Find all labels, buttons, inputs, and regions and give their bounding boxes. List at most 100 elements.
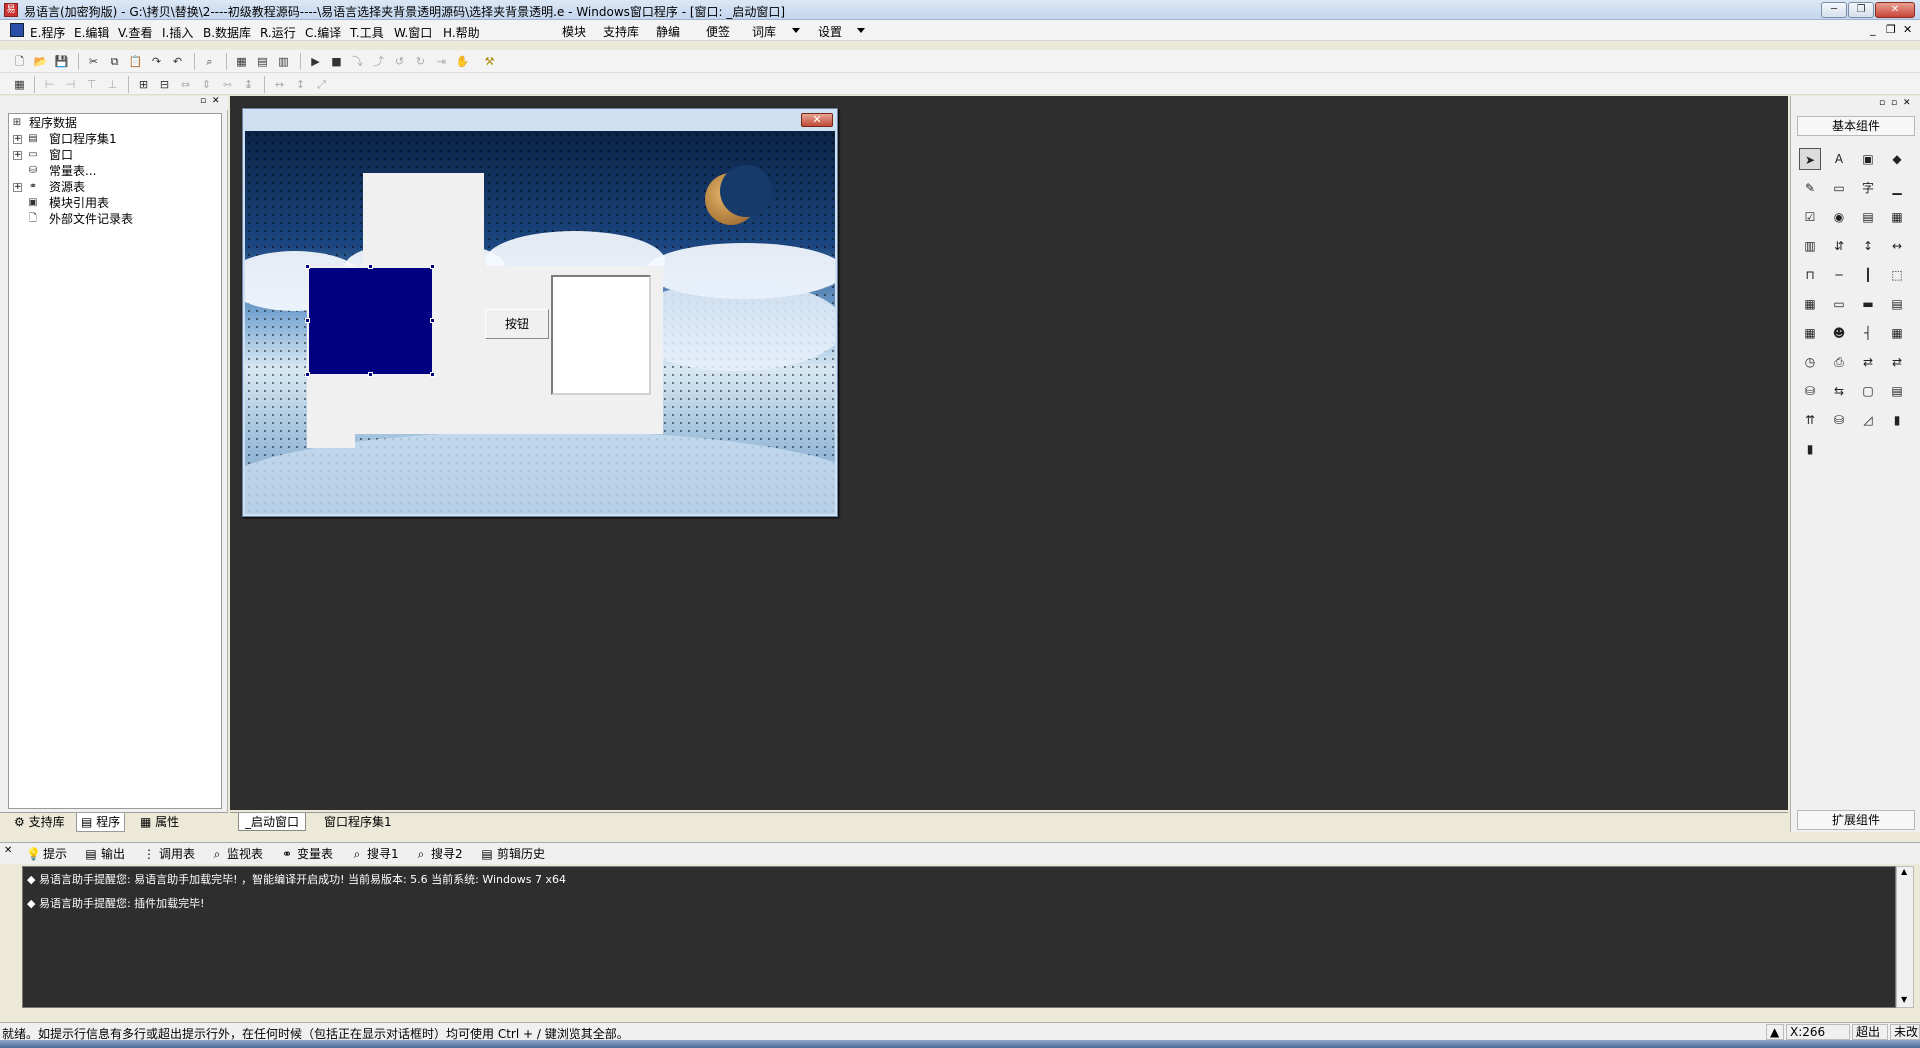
- minimize-button[interactable]: ─: [1821, 2, 1847, 18]
- paste-icon[interactable]: 📋: [128, 54, 143, 69]
- settings-dropdown-icon[interactable]: [857, 28, 865, 33]
- expand-icon[interactable]: +: [13, 183, 22, 192]
- tree-item-resources[interactable]: 资源表: [49, 180, 85, 194]
- menu-insert[interactable]: I.插入: [162, 24, 193, 41]
- tab-control-tab[interactable]: [307, 434, 355, 448]
- save-icon[interactable]: 💾: [54, 54, 69, 69]
- form-client-area[interactable]: 按钮: [245, 131, 835, 514]
- menu-database[interactable]: B.数据库: [203, 24, 251, 41]
- arrow-pointer-icon[interactable]: ➤: [1799, 148, 1821, 170]
- label-icon[interactable]: A: [1828, 148, 1850, 170]
- status-up-icon[interactable]: ▲: [1766, 1024, 1784, 1040]
- project-tree[interactable]: ⊞ 程序数据 + ▤ 窗口程序集1 + ▭ 窗口 ⛁ 常量表... + ⚭ 资源…: [8, 113, 222, 809]
- mdi-close-button[interactable]: ✕: [1903, 23, 1912, 36]
- resize-handle[interactable]: [368, 372, 373, 377]
- tab-program[interactable]: ▤ 程序: [76, 813, 126, 832]
- form-designer-window[interactable]: ✕ 按钮: [242, 108, 838, 517]
- menu-view[interactable]: V.查看: [118, 24, 152, 41]
- db-icon[interactable]: ⛁: [1799, 380, 1821, 402]
- pin-icon[interactable]: ▫: [1879, 98, 1885, 108]
- tab-clip-history[interactable]: ▤ 剪辑历史: [480, 846, 545, 862]
- chart-icon[interactable]: ◿: [1857, 409, 1879, 431]
- tab-window-program-set[interactable]: 窗口程序集1: [318, 813, 398, 831]
- button-control[interactable]: 按钮: [485, 309, 549, 339]
- tab-call-stack[interactable]: ⋮ 调用表: [142, 846, 195, 862]
- tab-search1[interactable]: ⌕ 搜寻1: [350, 846, 399, 862]
- panel-close-icon[interactable]: ✕: [212, 96, 220, 106]
- cut-icon[interactable]: ✂: [86, 54, 101, 69]
- stop-icon[interactable]: ■: [329, 54, 344, 69]
- slider-icon[interactable]: ─: [1828, 264, 1850, 286]
- grid-icon[interactable]: ▥: [1799, 235, 1821, 257]
- data-source-icon[interactable]: ⇈: [1799, 409, 1821, 431]
- tab-search2[interactable]: ⌕ 搜寻2: [414, 846, 463, 862]
- tree-item-external-files[interactable]: 外部文件记录表: [49, 212, 133, 226]
- tree-item-constants[interactable]: 常量表...: [49, 164, 96, 178]
- layout3-icon[interactable]: ▥: [276, 54, 291, 69]
- lexicon-dropdown-icon[interactable]: [792, 28, 800, 33]
- mdi-minimize-button[interactable]: _: [1870, 23, 1876, 36]
- resize-handle[interactable]: [430, 372, 435, 377]
- pin-icon[interactable]: ▫: [200, 96, 206, 106]
- open-file-icon[interactable]: 📂: [33, 54, 48, 69]
- calendar-icon[interactable]: ▦: [1799, 293, 1821, 315]
- tab-variables[interactable]: ⚭ 变量表: [280, 846, 333, 862]
- tab-icon[interactable]: ⊓: [1799, 264, 1821, 286]
- odbc-icon[interactable]: ▮: [1886, 409, 1908, 431]
- line-icon[interactable]: ▁: [1886, 177, 1908, 199]
- hand-icon[interactable]: ✋: [455, 54, 470, 69]
- align-left-icon[interactable]: ⊢: [42, 77, 57, 92]
- tab-output[interactable]: ▤ 输出: [84, 846, 125, 862]
- menu-settings[interactable]: 设置: [818, 23, 842, 40]
- resize-handle[interactable]: [368, 264, 373, 269]
- tree-item-window[interactable]: 窗口: [49, 148, 73, 162]
- tree-item-program-set[interactable]: 窗口程序集1: [49, 132, 117, 146]
- layout2-icon[interactable]: ▤: [255, 54, 270, 69]
- selected-label-control[interactable]: [309, 268, 432, 374]
- pipe-icon[interactable]: ⇆: [1828, 380, 1850, 402]
- toolbar-icon[interactable]: ▦: [1886, 322, 1908, 344]
- spinner-icon[interactable]: ⇵: [1828, 235, 1850, 257]
- grid-align-icon[interactable]: ▦: [12, 77, 27, 92]
- space-h-icon[interactable]: ⇿: [220, 77, 235, 92]
- user-icon[interactable]: ☻: [1828, 322, 1850, 344]
- extended-components-footer[interactable]: 扩展组件: [1797, 810, 1915, 830]
- menu-run[interactable]: R.运行: [260, 24, 296, 41]
- radio-icon[interactable]: ◉: [1828, 206, 1850, 228]
- undo-icon[interactable]: ↶: [170, 54, 185, 69]
- resize-handle[interactable]: [430, 264, 435, 269]
- output-panel[interactable]: ◆ 易语言助手提醒您: 易语言助手加载完毕! ，智能编译开启成功! 当前易版本:…: [22, 866, 1896, 1008]
- data-provider-icon[interactable]: ⛁: [1828, 409, 1850, 431]
- picture-box-control[interactable]: [363, 173, 484, 273]
- center-h-icon[interactable]: ⊞: [136, 77, 151, 92]
- run-icon[interactable]: ▶: [308, 54, 323, 69]
- menu-support-lib[interactable]: 支持库: [603, 23, 639, 40]
- menu-edit[interactable]: E.编辑: [74, 24, 109, 41]
- size-both-icon[interactable]: ⤢: [314, 77, 329, 92]
- close-button[interactable]: ✕: [1875, 2, 1915, 18]
- resize-handle[interactable]: [305, 318, 310, 323]
- list-box-control[interactable]: [551, 275, 651, 395]
- find-icon[interactable]: ⌕: [202, 54, 217, 69]
- page-icon[interactable]: ▤: [1886, 293, 1908, 315]
- menu-help[interactable]: H.帮助: [443, 24, 480, 41]
- resize-handle[interactable]: [430, 318, 435, 323]
- output-scrollbar[interactable]: ▲ ▼: [1896, 866, 1914, 1008]
- tab-properties[interactable]: ▦ 属性: [136, 813, 183, 832]
- center-v-icon[interactable]: ⊟: [157, 77, 172, 92]
- tab-hint[interactable]: 💡 提示: [26, 846, 67, 862]
- layout1-icon[interactable]: ▦: [234, 54, 249, 69]
- timer-icon[interactable]: ◷: [1799, 351, 1821, 373]
- folder-icon[interactable]: ▬: [1857, 293, 1879, 315]
- vertical-scroll-icon[interactable]: ↕: [1857, 235, 1879, 257]
- vertical-slider-icon[interactable]: ┃: [1857, 264, 1879, 286]
- scroll-up-icon[interactable]: ▲: [1901, 867, 1907, 876]
- split-icon[interactable]: ┤: [1857, 322, 1879, 344]
- align-right-icon[interactable]: ⊣: [63, 77, 78, 92]
- redo-icon[interactable]: ↷: [149, 54, 164, 69]
- expand-icon[interactable]: +: [13, 151, 22, 160]
- edit-box-icon[interactable]: ✎: [1799, 177, 1821, 199]
- size-v-icon[interactable]: ↕: [293, 77, 308, 92]
- shape-icon[interactable]: ◆: [1886, 148, 1908, 170]
- horizontal-scroll-icon[interactable]: ↔: [1886, 235, 1908, 257]
